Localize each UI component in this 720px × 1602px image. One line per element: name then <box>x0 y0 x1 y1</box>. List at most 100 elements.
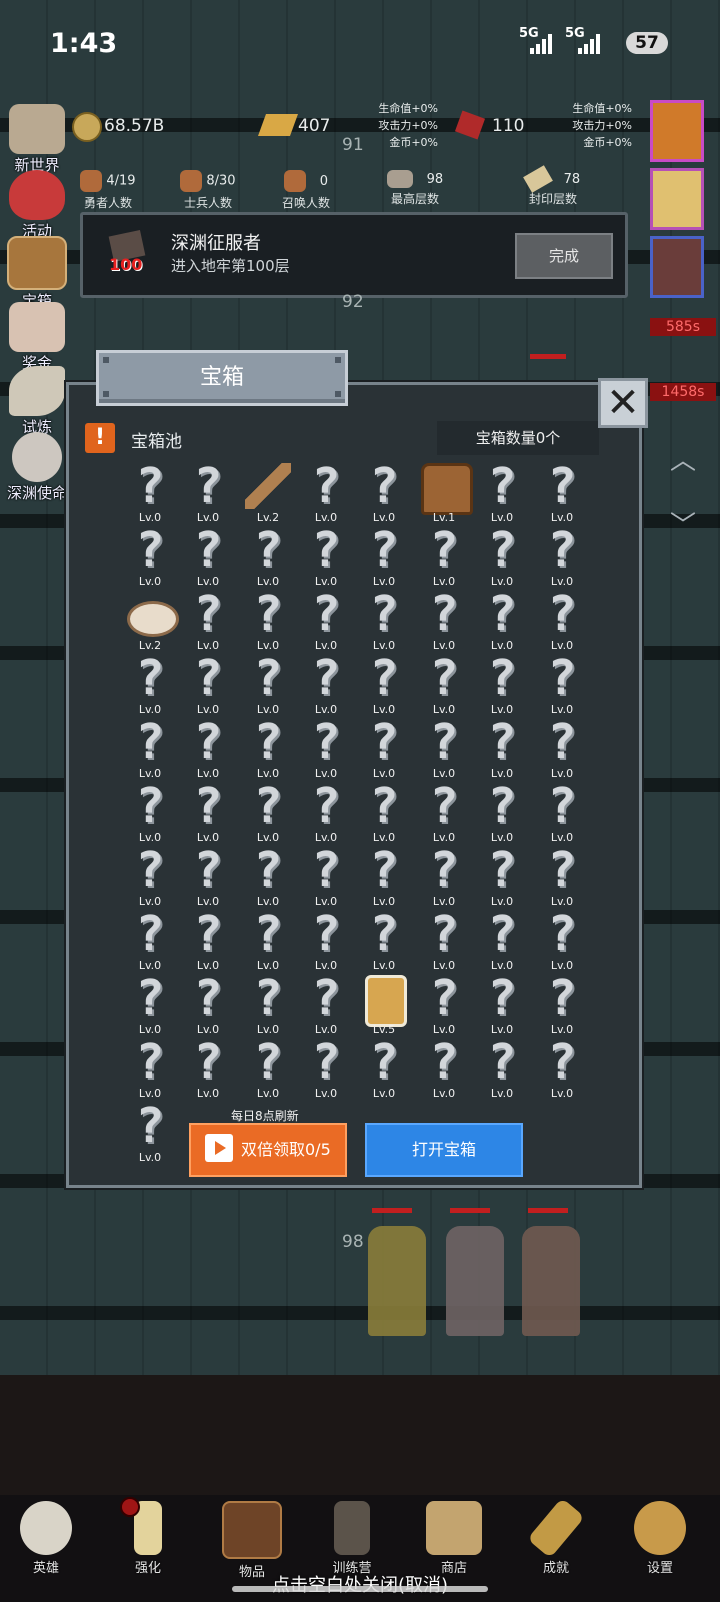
chest-pool-slot[interactable]: ? Lv.0 <box>239 909 297 973</box>
chest-pool-slot[interactable]: ? Lv.0 <box>355 717 413 781</box>
chest-pool-slot[interactable]: ? Lv.0 <box>473 973 531 1037</box>
home-indicator[interactable] <box>232 1586 488 1592</box>
nav-enhance[interactable]: 强化 <box>108 1501 188 1576</box>
chest-pool-slot[interactable]: Lv.1 <box>415 461 473 525</box>
candle-icon[interactable] <box>650 168 704 230</box>
chest-pool-slot[interactable]: ? Lv.0 <box>473 461 531 525</box>
chest-pool-slot[interactable]: ? Lv.0 <box>415 973 473 1037</box>
chest-pool-slot[interactable]: ? Lv.0 <box>415 1037 473 1101</box>
chest-pool-slot[interactable]: ? Lv.0 <box>473 717 531 781</box>
chest-pool-slot[interactable]: ? Lv.0 <box>239 589 297 653</box>
chest-pool-slot[interactable]: ? Lv.0 <box>533 461 591 525</box>
chest-pool-slot[interactable]: ? Lv.0 <box>239 781 297 845</box>
chest-pool-slot[interactable]: ? Lv.0 <box>297 781 355 845</box>
chest-pool-slot[interactable]: ? Lv.0 <box>473 781 531 845</box>
nav-shop[interactable]: 商店 <box>414 1501 494 1576</box>
chest-pool-slot[interactable]: ? Lv.0 <box>533 909 591 973</box>
chest-pool-slot[interactable]: ? Lv.0 <box>473 589 531 653</box>
chest-pool-slot[interactable]: ? Lv.0 <box>355 525 413 589</box>
chest-pool-slot[interactable]: ? Lv.0 <box>355 781 413 845</box>
chest-pool-slot[interactable]: ? Lv.0 <box>533 589 591 653</box>
chest-pool-slot[interactable]: ? Lv.0 <box>355 589 413 653</box>
chest-pool-slot[interactable]: ? Lv.0 <box>533 653 591 717</box>
chest-pool-slot[interactable]: ? Lv.0 <box>297 653 355 717</box>
double-claim-button[interactable]: 双倍领取0/5 <box>189 1123 347 1177</box>
chest-pool-slot[interactable]: ? Lv.0 <box>533 525 591 589</box>
chest-pool-slot[interactable]: ? Lv.0 <box>297 973 355 1037</box>
close-hint[interactable]: 点击空白处关闭(取消) <box>0 1571 720 1597</box>
chest-pool-slot[interactable]: ? Lv.0 <box>533 1037 591 1101</box>
chest-pool-slot[interactable]: ? Lv.0 <box>297 589 355 653</box>
chest-pool-slot[interactable]: ? Lv.0 <box>297 525 355 589</box>
chest-pool-slot[interactable]: ? Lv.0 <box>121 1101 179 1165</box>
chest-pool-slot[interactable]: ? Lv.0 <box>473 909 531 973</box>
menu-new-world[interactable]: 新世界 <box>2 104 72 175</box>
menu-chest[interactable]: 宝箱 <box>2 236 72 311</box>
chest-pool-slot[interactable]: ? Lv.0 <box>533 781 591 845</box>
nav-training[interactable]: 训练营 <box>312 1501 392 1576</box>
chest-pool-slot[interactable]: ? Lv.0 <box>121 653 179 717</box>
chest-pool-slot[interactable]: ? Lv.0 <box>179 717 237 781</box>
achievement-complete-button[interactable]: 完成 <box>515 233 613 279</box>
chest-pool-slot[interactable]: Lv.2 <box>239 461 297 525</box>
chest-pool-slot[interactable]: ? Lv.0 <box>415 717 473 781</box>
warning-icon[interactable]: ! <box>85 423 115 453</box>
chest-pool-slot[interactable]: ? Lv.0 <box>415 909 473 973</box>
chest-pool-slot[interactable]: ? Lv.0 <box>355 653 413 717</box>
chest-pool-slot[interactable]: ? Lv.0 <box>415 653 473 717</box>
chest-pool-slot[interactable]: ? Lv.0 <box>239 525 297 589</box>
nav-heroes[interactable]: 英雄 <box>6 1501 86 1576</box>
menu-events[interactable]: 活动 <box>2 170 72 241</box>
chest-pool-slot[interactable]: ? Lv.0 <box>239 653 297 717</box>
nav-achievement[interactable]: 成就 <box>516 1497 596 1576</box>
chest-pool-slot[interactable]: ? Lv.0 <box>297 909 355 973</box>
chest-pool-slot[interactable]: ? Lv.0 <box>239 973 297 1037</box>
chest-pool-slot[interactable]: ? Lv.0 <box>239 717 297 781</box>
chest-pool-slot[interactable]: ? Lv.0 <box>179 909 237 973</box>
chest-pool-slot[interactable]: ? Lv.0 <box>121 973 179 1037</box>
scroll-up-icon[interactable]: ︿ <box>670 440 696 477</box>
chest-pool-slot[interactable]: ? Lv.0 <box>297 845 355 909</box>
menu-abyss-mission[interactable]: 深渊使命 <box>2 432 72 503</box>
menu-bonus[interactable]: 奖金 <box>2 302 72 373</box>
nav-settings[interactable]: 设置 <box>620 1501 700 1576</box>
chest-pool-slot[interactable]: ? Lv.0 <box>415 781 473 845</box>
chest-pool-slot[interactable]: ? Lv.0 <box>355 845 413 909</box>
chest-pool-slot[interactable]: ? Lv.0 <box>179 973 237 1037</box>
chest-pool-slot[interactable]: ? Lv.0 <box>473 1037 531 1101</box>
chest-pool-slot[interactable]: ? Lv.0 <box>473 525 531 589</box>
chest-pool-slot[interactable]: ? Lv.0 <box>297 717 355 781</box>
chest-pool-slot[interactable]: ? Lv.0 <box>179 845 237 909</box>
chest-pool-slot[interactable]: ? Lv.0 <box>415 525 473 589</box>
close-icon[interactable]: ✕ <box>598 378 648 428</box>
menu-trial[interactable]: 试炼 <box>2 366 72 437</box>
chest-pool-slot[interactable]: Lv.5 <box>355 973 413 1037</box>
chest-pool-slot[interactable]: ? Lv.0 <box>179 589 237 653</box>
chest-pool-slot[interactable]: ? Lv.0 <box>121 781 179 845</box>
chest-pool-slot[interactable]: ? Lv.0 <box>533 845 591 909</box>
chest-pool-slot[interactable]: ? Lv.0 <box>121 909 179 973</box>
meat-icon[interactable] <box>650 236 704 298</box>
chest-pool-slot[interactable]: ? Lv.0 <box>179 525 237 589</box>
chest-pool-slot[interactable]: ? Lv.0 <box>473 653 531 717</box>
pumpkin-icon[interactable] <box>650 100 704 162</box>
chest-pool-slot[interactable]: Lv.2 <box>121 589 179 653</box>
chest-pool-slot[interactable]: ? Lv.0 <box>297 461 355 525</box>
chest-pool-slot[interactable]: ? Lv.0 <box>355 1037 413 1101</box>
chest-pool-slot[interactable]: ? Lv.0 <box>297 1037 355 1101</box>
chest-pool-slot[interactable]: ? Lv.0 <box>355 461 413 525</box>
chest-pool-slot[interactable]: ? Lv.0 <box>121 845 179 909</box>
chest-pool-slot[interactable]: ? Lv.0 <box>179 1037 237 1101</box>
chest-pool-slot[interactable]: ? Lv.0 <box>179 461 237 525</box>
chest-pool-slot[interactable]: ? Lv.0 <box>239 1037 297 1101</box>
chest-pool-slot[interactable]: ? Lv.0 <box>121 525 179 589</box>
chest-pool-slot[interactable]: ? Lv.0 <box>473 845 531 909</box>
chest-pool-slot[interactable]: ? Lv.0 <box>415 845 473 909</box>
chest-pool-slot[interactable]: ? Lv.0 <box>533 717 591 781</box>
chest-pool-slot[interactable]: ? Lv.0 <box>121 717 179 781</box>
chest-pool-slot[interactable]: ? Lv.0 <box>179 653 237 717</box>
chest-pool-slot[interactable]: ? Lv.0 <box>121 461 179 525</box>
chest-pool-slot[interactable]: ? Lv.0 <box>533 973 591 1037</box>
open-chest-button[interactable]: 打开宝箱 <box>365 1123 523 1177</box>
chest-pool-slot[interactable]: ? Lv.0 <box>121 1037 179 1101</box>
